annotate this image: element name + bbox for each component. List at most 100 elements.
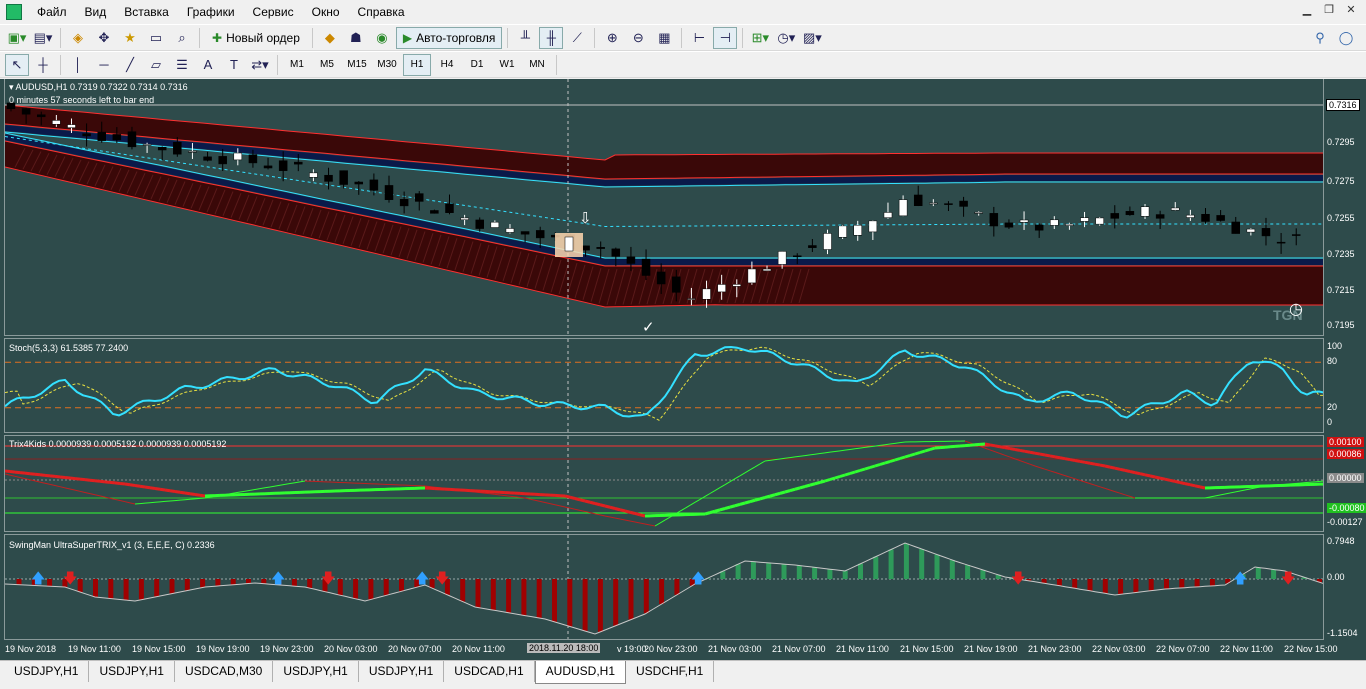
bull-candle: [142, 144, 152, 146]
restore-icon[interactable]: ❐: [1320, 3, 1338, 19]
tf-d1[interactable]: D1: [463, 54, 491, 76]
close-icon[interactable]: ✕: [1342, 3, 1360, 19]
new-order-button[interactable]: ✚ Новый ордер: [205, 27, 307, 49]
menu-charts[interactable]: Графики: [178, 2, 244, 22]
chart-window[interactable]: ⇩ ✓ ▾ AUDUSD,H1 0.7319 0.7322 0.7314 0.73…: [0, 79, 1366, 660]
templates-icon[interactable]: ▨▾: [800, 27, 824, 49]
trix-slow-line: [879, 461, 886, 466]
tf-m1[interactable]: M1: [283, 54, 311, 76]
favorites-icon[interactable]: ★: [118, 27, 142, 49]
plus-icon: ✚: [212, 30, 223, 45]
zoom-out-icon[interactable]: ⊖: [626, 27, 650, 49]
crosshair-icon[interactable]: ┼: [31, 54, 55, 76]
menu-view[interactable]: Вид: [76, 2, 116, 22]
autotrading-button[interactable]: ▶ Авто-торговля: [395, 26, 503, 49]
trix-slow-line: [994, 444, 1001, 449]
candlestick-icon[interactable]: ╫: [539, 26, 564, 49]
price-chart-canvas[interactable]: ⇩✓: [5, 79, 1324, 336]
price-pane[interactable]: ⇩ ✓ ▾ AUDUSD,H1 0.7319 0.7322 0.7314 0.73…: [4, 79, 1324, 336]
trix-slow-line: [59, 475, 66, 479]
tf-mn[interactable]: MN: [523, 54, 551, 76]
chart-tab[interactable]: USDJPY,H1: [89, 661, 175, 682]
chat-icon[interactable]: ◯: [1334, 27, 1358, 49]
price-scale[interactable]: 0.7295 0.7275 0.7255 0.7235 0.7215 0.7195 0.73…: [1325, 79, 1366, 336]
trix-pane[interactable]: Trix4Kids 0.0000939 0.0005192 0.0000939 …: [4, 435, 1324, 532]
trix-slow-line: [714, 508, 721, 513]
bar-chart-icon[interactable]: ╨: [513, 27, 537, 49]
time-tick: v 19:00: [617, 644, 647, 654]
trix-fast-line: [844, 448, 851, 451]
swingman-pane[interactable]: 🡅 🡅 🡅 🡅 🡅 🡇 🡇 🡇 🡇 🡇 SwingMan UltraSuperTRIX_v1 (3…: [4, 534, 1324, 640]
chart-shift-icon[interactable]: ⊢: [687, 27, 711, 49]
price-tick: 0.7195: [1327, 320, 1355, 330]
trix-slow-line: [854, 469, 861, 474]
highlighted-candle: [564, 236, 574, 252]
chart-tab[interactable]: AUDUSD,H1: [534, 661, 627, 684]
indicators-icon[interactable]: ⊞▾: [748, 27, 772, 49]
time-axis[interactable]: 19 Nov 2018 19 Nov 11:00 19 Nov 15:00 19 No…: [0, 640, 1366, 660]
chart-tab[interactable]: USDCAD,M30: [175, 661, 274, 682]
menu-file[interactable]: Файл: [28, 2, 76, 22]
profiles-icon[interactable]: ▤▾: [31, 27, 55, 49]
trix-fast-line: [294, 481, 301, 484]
crosshair-nav-icon[interactable]: ✥: [92, 27, 116, 49]
menu-window[interactable]: Окно: [303, 2, 349, 22]
stochastic-pane[interactable]: Stoch(5,3,3) 61.5385 77.2400: [4, 338, 1324, 433]
trix-slow-line: [584, 499, 591, 504]
community-icon[interactable]: ◉: [370, 27, 394, 49]
zoom-in-icon[interactable]: ⊕: [600, 27, 624, 49]
metaeditor-icon[interactable]: ◆: [318, 27, 342, 49]
current-price-box: 0.7316: [1326, 99, 1360, 111]
trix-fast-line: [774, 458, 781, 461]
cursor-icon[interactable]: ↖: [5, 53, 29, 76]
equidistant-channel-icon[interactable]: ▱: [144, 54, 168, 76]
arrows-icon[interactable]: ⇄▾: [248, 54, 272, 76]
minimize-icon[interactable]: ▁: [1298, 3, 1316, 19]
text-icon[interactable]: A: [196, 54, 220, 76]
trix-canvas[interactable]: [5, 436, 1324, 532]
trix-fast-line: [519, 496, 526, 499]
tf-h4[interactable]: H4: [433, 54, 461, 76]
trix-fast-line: [129, 502, 136, 505]
menu-help[interactable]: Справка: [349, 2, 414, 22]
line-chart-icon[interactable]: ⟋: [565, 27, 589, 49]
text-label-icon[interactable]: T: [222, 54, 246, 76]
horizontal-line-icon[interactable]: ─: [92, 54, 116, 76]
trix-slow-line: [864, 466, 871, 471]
trix-slow-line: [1129, 470, 1136, 475]
tf-m15[interactable]: M15: [343, 54, 371, 76]
signals-icon[interactable]: ☗: [344, 27, 368, 49]
autoscroll-icon[interactable]: ⊣: [713, 26, 738, 49]
tf-m30[interactable]: M30: [373, 54, 401, 76]
sell-arrow-icon: 🡇: [1281, 571, 1295, 587]
trix-fast-line: [1244, 488, 1251, 491]
tf-h1[interactable]: H1: [403, 53, 431, 76]
trendline-icon[interactable]: ╱: [118, 54, 142, 76]
stochastic-canvas[interactable]: [5, 339, 1324, 433]
swingman-canvas[interactable]: 🡅 🡅 🡅 🡅 🡅 🡇 🡇 🡇 🡇 🡇: [5, 535, 1324, 640]
new-chart-icon[interactable]: ▣▾: [5, 27, 29, 49]
terminal-icon[interactable]: ▭: [144, 27, 168, 49]
market-watch-icon[interactable]: ◈: [66, 27, 90, 49]
vertical-line-icon[interactable]: │: [66, 54, 90, 76]
tf-w1[interactable]: W1: [493, 54, 521, 76]
chart-tab[interactable]: USDJPY,H1: [4, 661, 90, 682]
trix-fast-line: [424, 485, 431, 488]
bear-candle: [989, 213, 999, 227]
chart-tab[interactable]: USDCHF,H1: [626, 661, 715, 682]
chart-tab[interactable]: USDJPY,H1: [273, 661, 359, 682]
menu-insert[interactable]: Вставка: [115, 2, 178, 22]
trix-fast-line: [779, 457, 786, 460]
tile-windows-icon[interactable]: ▦: [652, 27, 676, 49]
fibonacci-icon[interactable]: ☰: [170, 54, 194, 76]
periods-icon[interactable]: ◷▾: [774, 27, 798, 49]
bear-candle: [21, 108, 31, 115]
tf-m5[interactable]: M5: [313, 54, 341, 76]
time-tick: 20 Nov 07:00: [388, 644, 442, 654]
search-icon[interactable]: ⚲: [1308, 27, 1332, 49]
tester-icon[interactable]: ⌕: [170, 27, 194, 49]
menu-tools[interactable]: Сервис: [244, 2, 303, 22]
trix-slow-line: [784, 489, 791, 494]
chart-tab[interactable]: USDJPY,H1: [359, 661, 445, 682]
chart-tab[interactable]: USDCAD,H1: [444, 661, 535, 682]
